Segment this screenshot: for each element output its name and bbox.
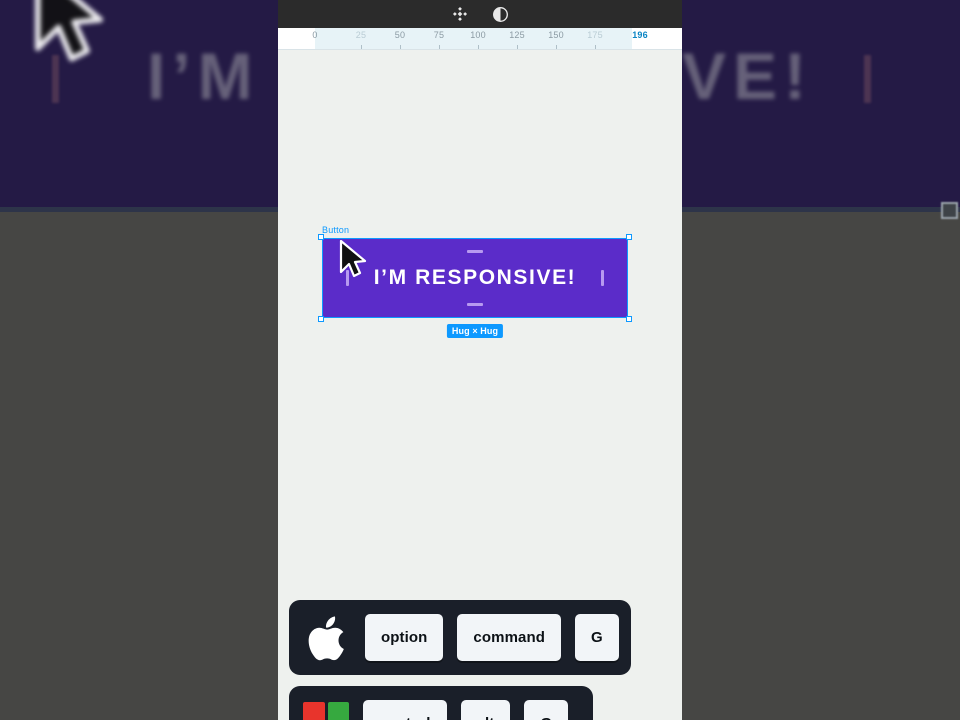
horizontal-ruler[interactable]: 0 25 50 75 100 125 150 175 196 [278,28,682,50]
design-canvas-column: 0 25 50 75 100 125 150 175 196 Button I’M RESPON… [278,0,682,720]
padding-indicator-left [346,270,349,286]
ruler-tick-label: 50 [394,30,406,40]
key-alt[interactable]: alt [460,700,511,720]
ruler-tick-label: 0 [312,30,318,40]
selection-layer-name: Button [322,225,350,235]
background-resize-handle-icon [941,202,958,219]
key-command[interactable]: command [457,614,561,661]
contrast-icon[interactable] [489,3,511,25]
ruler-tick-label: 100 [470,30,486,40]
resize-handle-top-left[interactable] [318,234,324,240]
button-element[interactable]: I’M RESPONSIVE! [323,239,627,317]
key-control[interactable]: control [363,700,447,720]
key-option[interactable]: option [365,614,444,661]
windows-key-group: control alt G [363,700,569,720]
ruler-tick-mark [556,45,557,49]
shortcut-card-mac: option command G [289,600,631,675]
background-padding-indicator-right [864,55,871,103]
background-arrow-cursor-icon [34,0,104,62]
shortcut-card-windows: control alt G [289,686,593,720]
ruler-tick-label: 125 [509,30,525,40]
grid-diamond-icon[interactable] [449,3,471,25]
canvas-area[interactable]: Button I’M RESPONSIVE! Hug × Hug option … [278,50,682,720]
padding-indicator-right [601,270,604,286]
resize-handle-bottom-left[interactable] [318,316,324,322]
padding-indicator-bottom [467,303,483,306]
windows-square-green [327,701,349,720]
ruler-tick-label: 75 [433,30,445,40]
screen: I’M RESPONSIVE! [0,0,960,720]
ruler-tick-label: 150 [548,30,564,40]
ruler-tick-label: 25 [355,30,367,40]
padding-indicator-top [467,250,483,253]
apple-logo-icon [305,615,351,661]
resize-handle-bottom-right[interactable] [626,316,632,322]
key-g[interactable]: G [574,614,619,661]
ruler-tick-mark [478,45,479,49]
mac-key-group: option command G [365,614,619,661]
ruler-tick-mark [361,45,362,49]
selected-button-frame[interactable]: Button I’M RESPONSIVE! Hug × Hug [318,225,632,338]
windows-logo-icon [303,701,349,720]
ruler-tick-mark [517,45,518,49]
resize-handle-top-right[interactable] [626,234,632,240]
button-label: I’M RESPONSIVE! [373,266,577,289]
key-g[interactable]: G [524,700,569,720]
ruler-tick-mark [439,45,440,49]
ruler-tick-mark [400,45,401,49]
top-toolbar [278,0,682,28]
size-badge[interactable]: Hug × Hug [446,324,504,338]
ruler-tick-label: 175 [587,30,603,40]
ruler-tick-mark [595,45,596,49]
ruler-tick-label: 196 [632,30,648,40]
windows-square-red [303,701,325,720]
